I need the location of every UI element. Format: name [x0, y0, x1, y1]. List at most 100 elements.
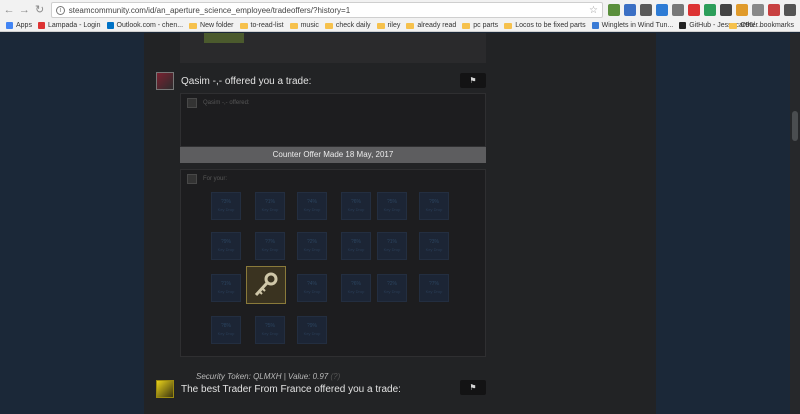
extension-icon[interactable] — [767, 4, 780, 16]
page-scrollbar[interactable] — [790, 33, 800, 414]
extension-icon[interactable] — [719, 4, 732, 16]
bookmark-item[interactable]: to-read-list — [239, 22, 284, 29]
bookmark-label: already read — [417, 22, 457, 29]
extension-icon[interactable] — [607, 4, 620, 16]
bookmark-item[interactable]: pc parts — [462, 22, 498, 29]
item-tile[interactable]: ?3% Key Drop — [419, 232, 449, 260]
avatar[interactable] — [156, 380, 174, 398]
favicon-icon — [37, 22, 45, 29]
item-tile[interactable]: ?6% Key Drop — [341, 274, 371, 302]
item-percent: ?2% — [306, 239, 317, 245]
bookmark-item[interactable]: music — [289, 22, 319, 29]
previous-offer-tail — [180, 33, 486, 63]
extension-icon[interactable] — [671, 4, 684, 16]
bookmark-label: check daily — [335, 22, 371, 29]
avatar[interactable] — [156, 72, 174, 90]
bookmark-item[interactable]: Apps — [6, 22, 32, 29]
item-tile[interactable]: ?1% Key Drop — [211, 274, 241, 302]
bookmark-label: music — [300, 22, 319, 29]
item-subtitle: Key Drop — [347, 207, 365, 212]
bookmark-label: Winglets in Wind Tun... — [601, 22, 674, 29]
bookmark-item[interactable]: Locos to be fixed parts — [504, 22, 586, 29]
extension-icon[interactable] — [735, 4, 748, 16]
item-tile[interactable]: ?9% Key Drop — [211, 232, 241, 260]
your-items-label: For your: — [203, 176, 228, 182]
item-tile[interactable]: ?1% Key Drop — [377, 232, 407, 260]
item-tile[interactable]: ?5% Key Drop — [255, 316, 285, 344]
item-tile[interactable]: ?7% Key Drop — [419, 274, 449, 302]
your-items-panel: For your: ?3% Key Drop ?1% Key Drop ?4% Key D… — [180, 169, 486, 357]
item-tile[interactable]: ?2% Key Drop — [297, 232, 327, 260]
item-tile[interactable]: ?1% Key Drop — [255, 192, 285, 220]
extension-icon[interactable] — [783, 4, 796, 16]
item-percent: ?3% — [220, 199, 231, 205]
item-subtitle: Key Drop — [383, 247, 401, 252]
their-items-header: Qasim -,- offered: — [187, 98, 250, 108]
url-text: steamcommunity.com/id/an_aperture_scienc… — [68, 5, 351, 15]
extension-icon[interactable] — [703, 4, 716, 16]
folder-icon — [406, 22, 415, 29]
report-flag-button[interactable]: ⚑ — [460, 73, 486, 88]
bookmark-item[interactable]: Winglets in Wind Tun... — [591, 22, 674, 29]
item-percent: ?2% — [386, 281, 397, 287]
forward-icon[interactable]: → — [18, 3, 30, 17]
item-tile[interactable]: ?6% Key Drop — [341, 192, 371, 220]
item-percent: ?7% — [428, 281, 439, 287]
reload-icon[interactable]: ↻ — [34, 3, 46, 17]
avatar — [187, 174, 197, 184]
item-subtitle: Key Drop — [347, 247, 365, 252]
security-help[interactable]: (?) — [330, 372, 340, 381]
bookmark-label: riley — [387, 22, 401, 29]
bookmark-item[interactable]: Outlook.com - chen... — [106, 22, 183, 29]
site-info-icon[interactable]: i — [55, 5, 65, 15]
bookmark-item[interactable]: Lampada - Login — [37, 22, 101, 29]
apps-icon — [6, 22, 13, 29]
folder-icon — [729, 22, 738, 29]
item-subtitle: Key Drop — [347, 289, 365, 294]
item-tile[interactable]: ?4% Key Drop — [297, 274, 327, 302]
item-subtitle: Key Drop — [383, 289, 401, 294]
scrollbar-thumb[interactable] — [792, 111, 798, 141]
item-tile[interactable]: ?2% Key Drop — [377, 274, 407, 302]
item-tile[interactable] — [204, 33, 244, 43]
folder-icon — [189, 22, 198, 29]
bookmark-item[interactable]: riley — [376, 22, 401, 29]
address-bar[interactable]: i steamcommunity.com/id/an_aperture_scie… — [50, 2, 603, 18]
item-subtitle: Key Drop — [217, 247, 235, 252]
item-tile[interactable]: ?5% Key Drop — [377, 192, 407, 220]
other-bookmarks[interactable]: Other bookmarks — [729, 22, 794, 29]
favicon-icon — [591, 22, 599, 29]
extension-icon[interactable] — [639, 4, 652, 16]
bookmark-item[interactable]: New folder — [189, 22, 234, 29]
back-icon[interactable]: ← — [3, 3, 15, 17]
your-items-header: For your: — [187, 174, 227, 184]
item-tile[interactable]: ?9% Key Drop — [419, 192, 449, 220]
security-token-text: Security Token: QLMXH | Value: 0.97 — [196, 372, 329, 381]
other-bookmarks-label: Other bookmarks — [740, 22, 794, 29]
item-percent: ?9% — [306, 323, 317, 329]
item-tile[interactable]: ?8% Key Drop — [341, 232, 371, 260]
bookmark-item[interactable]: already read — [406, 22, 456, 29]
item-tile[interactable]: ?3% Key Drop — [211, 192, 241, 220]
bookmarks-bar: Apps Lampada - Login Outlook.com - chen...… — [0, 20, 800, 32]
report-flag-button[interactable]: ⚑ — [460, 380, 486, 395]
key-item-tile[interactable] — [246, 266, 286, 304]
extension-icon[interactable] — [751, 4, 764, 16]
extension-icon[interactable] — [655, 4, 668, 16]
folder-icon — [462, 22, 471, 29]
extension-icon[interactable] — [623, 4, 636, 16]
folder-icon — [376, 22, 385, 29]
item-percent: ?4% — [306, 199, 317, 205]
item-percent: ?3% — [428, 239, 439, 245]
item-tile[interactable]: ?8% Key Drop — [211, 316, 241, 344]
extension-icon[interactable] — [687, 4, 700, 16]
bookmark-item[interactable]: check daily — [324, 22, 371, 29]
avatar — [187, 98, 197, 108]
offer-header: Qasim -,- offered you a trade: — [156, 72, 311, 90]
item-percent: ?7% — [264, 239, 275, 245]
item-tile[interactable]: ?9% Key Drop — [297, 316, 327, 344]
bookmark-star-icon[interactable]: ☆ — [589, 5, 598, 16]
item-tile[interactable]: ?4% Key Drop — [297, 192, 327, 220]
item-tile[interactable]: ?7% Key Drop — [255, 232, 285, 260]
item-subtitle: Key Drop — [303, 207, 321, 212]
